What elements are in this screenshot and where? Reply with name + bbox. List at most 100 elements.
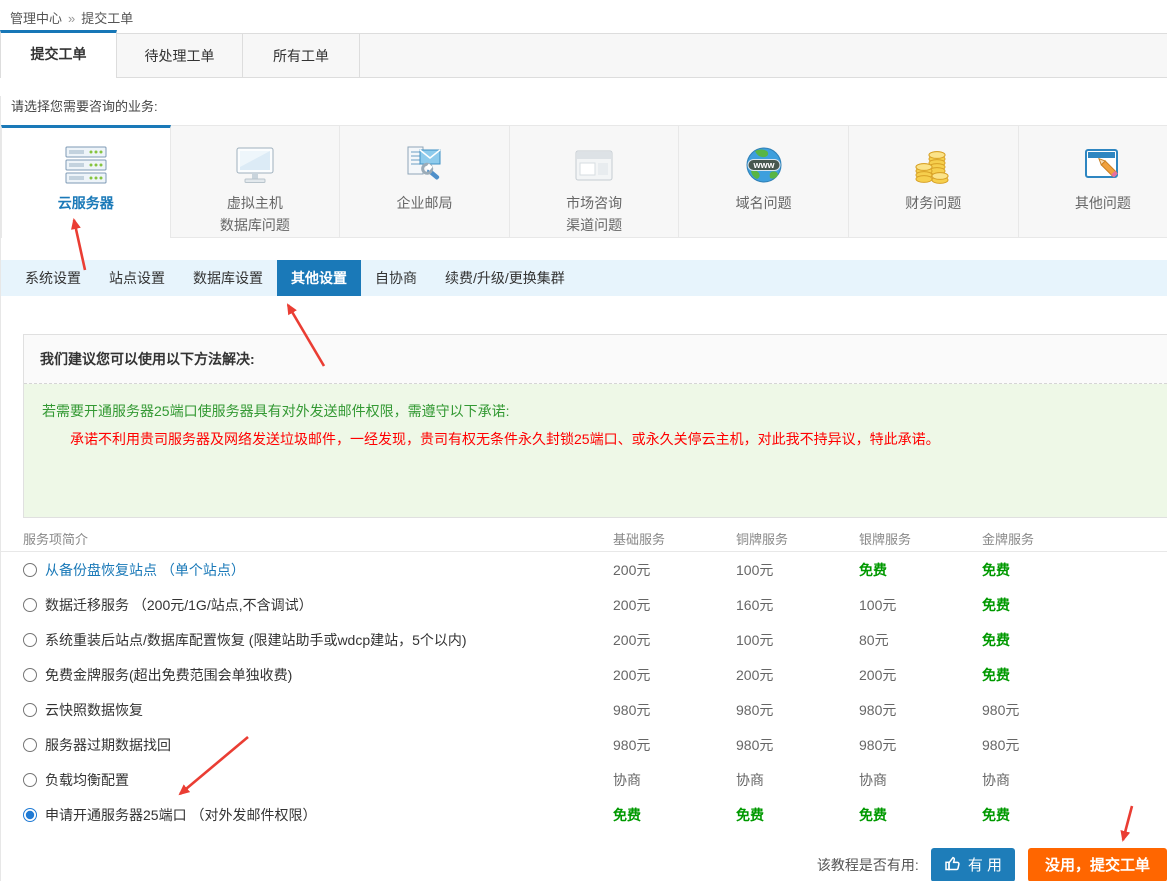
subtab-system-settings[interactable]: 系统设置 [11,260,95,296]
price-cell: 免费 [613,805,736,825]
notice-line2: 承诺不利用贵司服务器及网络发送垃圾邮件，一经发现，贵司有权无条件永久封锁25端口… [42,425,1149,453]
port25-notice: 若需要开通服务器25端口使服务器具有对外发送邮件权限，需遵守以下承诺: 承诺不利… [24,384,1167,517]
column-header: 铜牌服务 [736,529,859,548]
price-cell: 200元 [613,665,736,685]
price-cell: 980元 [736,700,859,720]
price-cell: 200元 [613,595,736,615]
service-table-header: 服务项简介 基础服务 铜牌服务 银牌服务 金牌服务 [1,527,1167,552]
service-radio[interactable] [23,773,37,787]
category-label: 云服务器 [2,192,170,214]
price-cell: 免费 [736,805,859,825]
tab-all-tickets[interactable]: 所有工单 [243,33,360,78]
category-label: 市场咨询 [510,192,679,214]
breadcrumb: 管理中心 » 提交工单 [0,0,1167,30]
useful-button-label: 有 用 [968,854,1002,875]
price-cell: 200元 [613,630,736,650]
service-row: 云快照数据恢复 980元 980元 980元 980元 [1,692,1167,727]
price-cell: 免费 [859,560,982,580]
service-categories: 云服务器 虚拟主机 数据库问题 [1,125,1167,238]
service-radio[interactable] [23,738,37,752]
service-label[interactable]: 申请开通服务器25端口 （对外发邮件权限） [45,805,316,825]
tab-pending-tickets[interactable]: 待处理工单 [117,33,243,78]
price-cell: 100元 [736,560,859,580]
price-cell: 协商 [613,770,736,790]
price-cell: 160元 [736,595,859,615]
service-row: 数据迁移服务 （200元/1G/站点,不含调试） 200元 160元 100元 … [1,587,1167,622]
service-row: 服务器过期数据找回 980元 980元 980元 980元 [1,727,1167,762]
category-virtual-host[interactable]: 虚拟主机 数据库问题 [171,125,341,238]
service-row: 申请开通服务器25端口 （对外发邮件权限） 免费 免费 免费 免费 [1,797,1167,832]
service-table: 服务项简介 基础服务 铜牌服务 银牌服务 金牌服务 从备份盘恢复站点 （单个站点… [1,527,1167,832]
service-label[interactable]: 免费金牌服务(超出免费范围会单独收费) [45,665,292,685]
category-market-consult[interactable]: 市场咨询 渠道问题 [510,125,680,238]
price-cell: 980元 [859,735,982,755]
service-label[interactable]: 数据迁移服务 （200元/1G/站点,不含调试） [45,595,313,615]
column-header: 基础服务 [613,529,736,548]
column-header: 银牌服务 [859,529,982,548]
service-label[interactable]: 服务器过期数据找回 [45,735,171,755]
price-cell: 免费 [982,630,1167,650]
service-radio[interactable] [23,563,37,577]
price-cell: 200元 [736,665,859,685]
breadcrumb-separator: » [68,11,75,26]
cloud-server-subtabs: 系统设置 站点设置 数据库设置 其他设置 自协商 续费/升级/更换集群 [1,260,1167,296]
category-label-line2: 数据库问题 [171,214,340,236]
category-label: 域名问题 [679,192,848,214]
price-cell: 免费 [982,560,1167,580]
service-row: 从备份盘恢复站点 （单个站点） 200元 100元 免费 免费 [1,552,1167,587]
submit-ticket-button[interactable]: 没用，提交工单 [1028,848,1167,881]
service-radio[interactable] [23,633,37,647]
price-cell: 980元 [982,735,1167,755]
service-row: 免费金牌服务(超出免费范围会单独收费) 200元 200元 200元 免费 [1,657,1167,692]
category-label: 虚拟主机 [171,192,340,214]
thumbs-up-icon [944,854,962,876]
subtab-self-negotiate[interactable]: 自协商 [361,260,431,296]
subtab-database-settings[interactable]: 数据库设置 [179,260,277,296]
virtual-host-icon [171,140,340,192]
category-other[interactable]: 其他问题 [1019,125,1167,238]
subtab-site-settings[interactable]: 站点设置 [95,260,179,296]
price-cell: 80元 [859,630,982,650]
service-radio[interactable] [23,668,37,682]
breadcrumb-root[interactable]: 管理中心 [10,11,62,26]
notice-line1: 若需要开通服务器25端口使服务器具有对外发送邮件权限，需遵守以下承诺: [42,397,1149,425]
price-cell: 980元 [982,700,1167,720]
service-radio[interactable] [23,808,37,822]
useful-button[interactable]: 有 用 [931,848,1015,881]
service-row: 系统重装后站点/数据库配置恢复 (限建站助手或wdcp建站，5个以内) 200元… [1,622,1167,657]
price-cell: 免费 [982,595,1167,615]
price-cell: 协商 [736,770,859,790]
service-select-prompt: 请选择您需要咨询的业务: [11,96,1167,112]
service-radio[interactable] [23,703,37,717]
tabstrip-filler [360,33,1167,78]
domain-icon-text: www [752,160,775,170]
price-cell: 200元 [613,560,736,580]
service-label[interactable]: 云快照数据恢复 [45,700,143,720]
price-cell: 协商 [859,770,982,790]
ticket-tabs: 提交工单 待处理工单 所有工单 [0,30,1167,78]
domain-icon: www [679,140,848,192]
subtab-other-settings[interactable]: 其他设置 [277,260,361,296]
service-label[interactable]: 负载均衡配置 [45,770,129,790]
price-cell: 980元 [736,735,859,755]
price-cell: 100元 [859,595,982,615]
subtab-renew-upgrade[interactable]: 续费/升级/更换集群 [431,260,579,296]
other-issue-icon [1019,140,1167,192]
category-domain[interactable]: www 域名问题 [679,125,849,238]
service-label[interactable]: 从备份盘恢复站点 （单个站点） [45,560,245,580]
column-header: 金牌服务 [982,529,1167,548]
tab-submit-ticket[interactable]: 提交工单 [0,30,117,78]
category-label-line2: 渠道问题 [510,214,679,236]
tutorial-feedback-bar: 该教程是否有用: 有 用 没用，提交工单 [1,847,1167,881]
category-finance[interactable]: 财务问题 [849,125,1019,238]
market-consult-icon [510,140,679,192]
category-enterprise-mail[interactable]: 企业邮局 [340,125,510,238]
service-label[interactable]: 系统重装后站点/数据库配置恢复 (限建站助手或wdcp建站，5个以内) [45,630,467,650]
breadcrumb-current: 提交工单 [81,11,133,26]
category-cloud-server[interactable]: 云服务器 [1,125,171,238]
suggestion-box: 我们建议您可以使用以下方法解决: 若需要开通服务器25端口使服务器具有对外发送邮… [23,334,1167,518]
service-radio[interactable] [23,598,37,612]
price-cell: 980元 [859,700,982,720]
service-row: 负载均衡配置 协商 协商 协商 协商 [1,762,1167,797]
category-label: 其他问题 [1019,192,1167,214]
